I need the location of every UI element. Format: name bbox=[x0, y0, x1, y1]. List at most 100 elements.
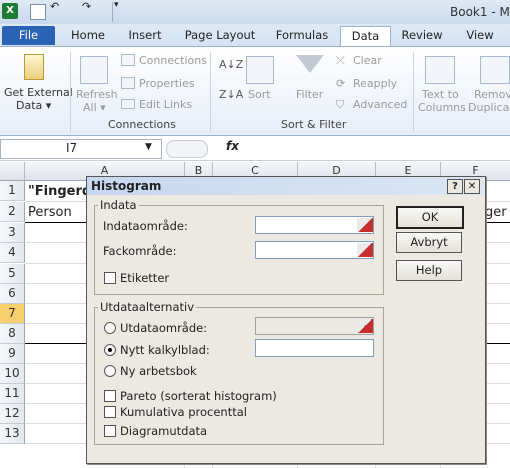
new-workbook-label: Ny arbetsbok bbox=[120, 364, 197, 378]
pareto-label: Pareto (sorterat histogram) bbox=[120, 389, 277, 403]
chart-output-label: Diagramutdata bbox=[120, 424, 208, 438]
row-header-6[interactable]: 6 bbox=[0, 284, 25, 304]
text-to-columns-icon[interactable] bbox=[425, 56, 455, 84]
get-external-data-label[interactable]: Get External bbox=[4, 86, 73, 99]
edit-links-icon[interactable] bbox=[121, 99, 135, 109]
refresh-all-label[interactable]: Refresh bbox=[76, 88, 118, 101]
sort-az-icon[interactable]: A↓Z bbox=[219, 58, 243, 71]
get-external-data-icon[interactable] bbox=[24, 54, 44, 80]
new-sheet-label: Nytt kalkylblad: bbox=[120, 343, 210, 357]
tab-page-layout[interactable]: Page Layout bbox=[180, 26, 260, 45]
tab-insert[interactable]: Insert bbox=[122, 26, 168, 45]
input-group-label: Indata bbox=[98, 198, 139, 212]
chart-output-checkbox[interactable] bbox=[104, 425, 116, 437]
tab-home[interactable]: Home bbox=[66, 26, 110, 45]
row-header-10[interactable]: 10 bbox=[0, 364, 25, 384]
tab-formulas[interactable]: Formulas bbox=[272, 26, 332, 45]
pareto-checkbox[interactable] bbox=[104, 390, 116, 402]
output-range-picker-icon[interactable] bbox=[357, 319, 373, 333]
remove-duplicates-label[interactable]: Remov bbox=[474, 88, 510, 101]
text-to-columns-label[interactable]: Text to bbox=[422, 88, 459, 101]
cancel-button[interactable]: Avbryt bbox=[396, 232, 462, 253]
row-header-12[interactable]: 12 bbox=[0, 404, 25, 424]
new-workbook-radio[interactable] bbox=[104, 365, 116, 377]
output-range-label: Utdataområde: bbox=[120, 321, 208, 335]
bin-range-picker-icon[interactable] bbox=[357, 243, 373, 257]
ok-button[interactable]: OK bbox=[396, 206, 464, 229]
row-header-3[interactable]: 3 bbox=[0, 223, 25, 243]
properties-icon[interactable] bbox=[121, 77, 135, 89]
row-header-9[interactable]: 9 bbox=[0, 344, 25, 364]
tab-file[interactable]: File bbox=[2, 26, 55, 45]
ribbon-group-divider bbox=[413, 52, 414, 132]
refresh-all-label-2[interactable]: All ▾ bbox=[83, 101, 106, 114]
edit-links-button[interactable]: Edit Links bbox=[139, 98, 192, 111]
output-range-radio[interactable] bbox=[104, 322, 116, 334]
connections-group-label: Connections bbox=[108, 118, 176, 131]
new-sheet-field[interactable] bbox=[255, 339, 374, 357]
help-button[interactable]: Help bbox=[396, 260, 462, 281]
save-icon[interactable] bbox=[30, 4, 46, 20]
clear-icon[interactable]: ⤫ bbox=[336, 54, 345, 68]
name-box-dropdown-icon[interactable]: ▼ bbox=[145, 142, 152, 152]
help-icon[interactable]: ? bbox=[447, 179, 463, 194]
name-box-value: I7 bbox=[66, 141, 78, 155]
excel-logo-icon[interactable]: X bbox=[2, 3, 18, 19]
advanced-filter-icon[interactable]: ⛉ bbox=[336, 98, 344, 112]
connections-icon[interactable] bbox=[121, 54, 135, 66]
tab-data[interactable]: Data bbox=[340, 26, 391, 47]
bin-range-label: Fackområde: bbox=[103, 244, 177, 258]
reapply-button[interactable]: Reapply bbox=[353, 77, 397, 90]
properties-button[interactable]: Properties bbox=[139, 77, 195, 90]
customize-qat-icon[interactable]: ▾ bbox=[114, 0, 119, 10]
connections-button[interactable]: Connections bbox=[139, 54, 207, 67]
labels-label: Etiketter bbox=[120, 271, 170, 285]
remove-duplicates-label-2[interactable]: Duplica bbox=[468, 101, 509, 114]
toolbar-divider bbox=[112, 2, 113, 22]
close-icon[interactable]: ✕ bbox=[464, 179, 480, 194]
sort-filter-group-label: Sort & Filter bbox=[281, 118, 347, 131]
labels-checkbox[interactable] bbox=[104, 272, 116, 284]
row-header-2[interactable]: 2 bbox=[0, 202, 25, 222]
cumulative-percentage-label: Kumulativa procenttal bbox=[120, 405, 247, 419]
undo-icon[interactable]: ↶ bbox=[50, 0, 59, 13]
dialog-title: Histogram bbox=[91, 179, 162, 193]
sort-za-icon[interactable]: Z↓A bbox=[219, 88, 243, 101]
new-sheet-radio[interactable] bbox=[104, 344, 116, 356]
formula-bar-expand-icon[interactable] bbox=[166, 140, 208, 158]
tab-view[interactable]: View bbox=[458, 26, 502, 45]
text-to-columns-label-2[interactable]: Columns bbox=[418, 101, 466, 114]
row-header-4[interactable]: 4 bbox=[0, 243, 25, 263]
row-header-7[interactable]: 7 bbox=[0, 304, 25, 324]
name-box[interactable] bbox=[0, 139, 162, 159]
formula-input[interactable] bbox=[244, 139, 510, 157]
row-header-13[interactable]: 13 bbox=[0, 424, 25, 444]
get-external-data-label-2[interactable]: Data ▾ bbox=[16, 99, 51, 112]
row-header-8[interactable]: 8 bbox=[0, 324, 25, 344]
select-all-corner[interactable] bbox=[0, 162, 25, 181]
ribbon-group-divider bbox=[210, 52, 211, 132]
filter-button[interactable]: Filter bbox=[296, 88, 323, 101]
reapply-icon[interactable]: ⟳ bbox=[336, 77, 345, 90]
title-bar bbox=[0, 0, 510, 24]
row-header-5[interactable]: 5 bbox=[0, 264, 25, 284]
window-title: Book1 - Mi bbox=[450, 5, 510, 19]
remove-duplicates-icon[interactable] bbox=[480, 56, 510, 84]
output-group-label: Utdataalternativ bbox=[98, 300, 197, 314]
sort-button[interactable]: Sort bbox=[248, 88, 271, 101]
cell-f2[interactable]: ger bbox=[485, 205, 507, 220]
input-range-picker-icon[interactable] bbox=[357, 218, 373, 232]
row-header-1[interactable]: 1 bbox=[0, 181, 25, 201]
refresh-all-icon[interactable] bbox=[80, 56, 108, 84]
cell-a2[interactable]: Person bbox=[28, 205, 72, 220]
row-header-11[interactable]: 11 bbox=[0, 384, 25, 404]
tab-review[interactable]: Review bbox=[398, 26, 446, 45]
redo-icon[interactable]: ↷ bbox=[82, 0, 91, 13]
advanced-button[interactable]: Advanced bbox=[353, 98, 407, 111]
ribbon-group-divider bbox=[70, 52, 71, 132]
insert-function-icon[interactable]: fx bbox=[226, 139, 239, 153]
sort-dialog-icon[interactable] bbox=[246, 56, 274, 84]
filter-icon[interactable] bbox=[296, 55, 324, 73]
clear-button[interactable]: Clear bbox=[353, 54, 382, 67]
cumulative-percentage-checkbox[interactable] bbox=[104, 406, 116, 418]
